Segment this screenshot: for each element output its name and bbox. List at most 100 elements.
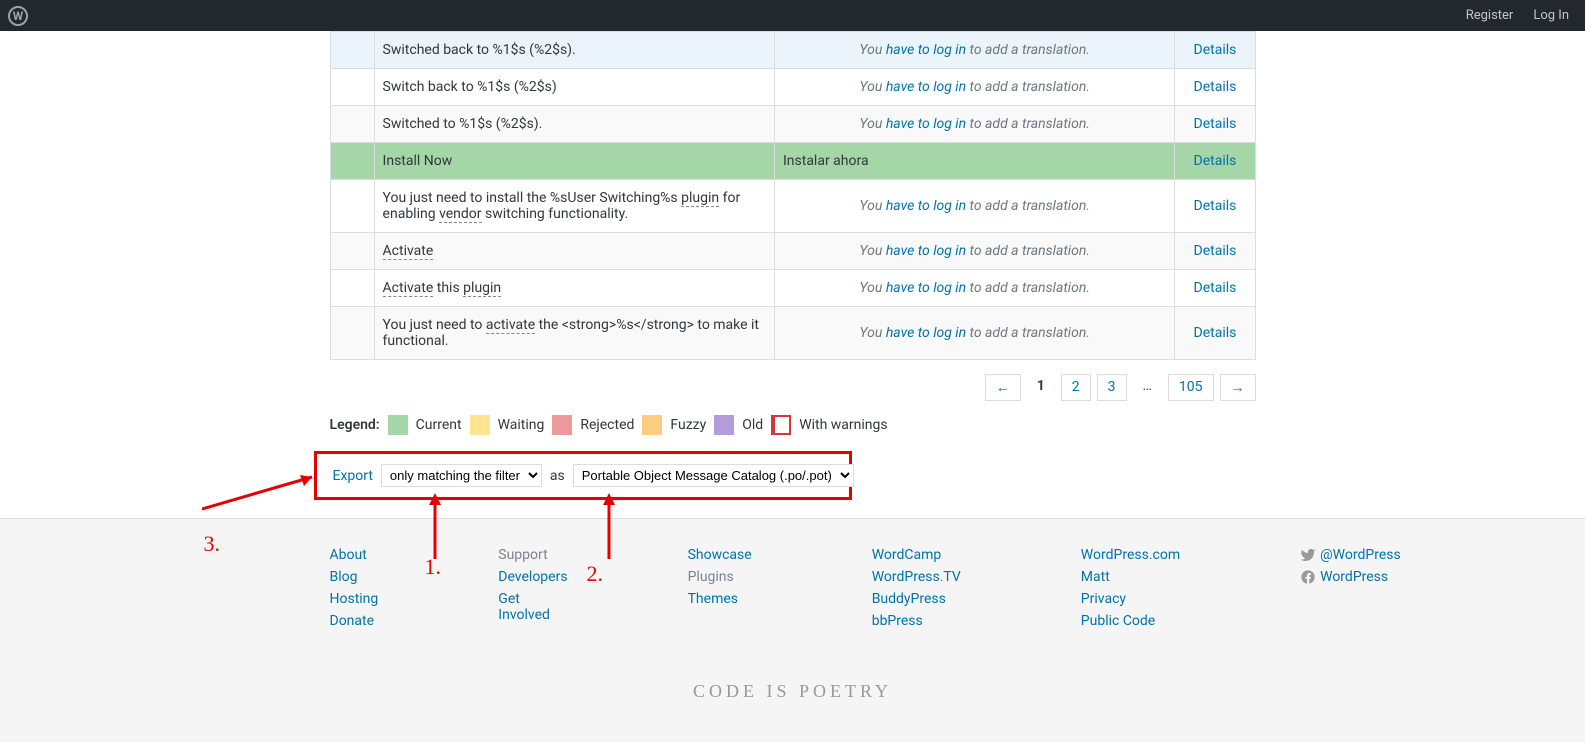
table-row: ActivateYou have to log in to add a tran… [330, 233, 1255, 270]
login-to-translate-link[interactable]: have to log in [886, 243, 966, 259]
details-link[interactable]: Details [1194, 280, 1237, 296]
legend: Legend: Current Waiting Rejected Fuzzy O… [330, 415, 1256, 435]
legend-swatch-current [388, 415, 408, 435]
page-last[interactable]: 105 [1168, 374, 1214, 401]
source-cell: Activate this plugin [374, 270, 774, 307]
login-link[interactable]: Log In [1533, 8, 1569, 23]
login-to-translate-link[interactable]: have to log in [886, 116, 966, 132]
priority-cell [330, 233, 374, 270]
source-cell: Switched to %1$s (%2$s). [374, 106, 774, 143]
page-2[interactable]: 2 [1061, 374, 1091, 401]
details-cell: Details [1175, 307, 1255, 360]
annotation-2: 2. [587, 561, 604, 587]
footer-link[interactable]: About [330, 547, 379, 563]
details-cell: Details [1175, 69, 1255, 106]
table-row: Switch back to %1$s (%2$s)You have to lo… [330, 69, 1255, 106]
export-format-select[interactable]: Portable Object Message Catalog (.po/.po… [573, 464, 854, 487]
footer-link[interactable]: Matt [1081, 569, 1180, 585]
details-link[interactable]: Details [1194, 42, 1237, 58]
details-cell: Details [1175, 270, 1255, 307]
translation-cell: You have to log in to add a translation. [774, 69, 1174, 106]
footer-link[interactable]: WordCamp [872, 547, 961, 563]
footer-link[interactable]: WordPress.com [1081, 547, 1180, 563]
priority-cell [330, 270, 374, 307]
table-row: Install NowInstalar ahora Details [330, 143, 1255, 180]
details-cell: Details [1175, 32, 1255, 69]
page-3[interactable]: 3 [1097, 374, 1127, 401]
details-link[interactable]: Details [1194, 79, 1237, 95]
translation-cell: You have to log in to add a translation. [774, 32, 1174, 69]
footer-link[interactable]: Hosting [330, 591, 379, 607]
footer-link[interactable]: Blog [330, 569, 379, 585]
footer-link[interactable]: BuddyPress [872, 591, 961, 607]
footer-link[interactable]: Privacy [1081, 591, 1180, 607]
footer-link[interactable]: Plugins [688, 569, 752, 585]
table-row: Activate this pluginYou have to log in t… [330, 270, 1255, 307]
export-filter-select[interactable]: only matching the filter [381, 464, 542, 487]
translation-cell: You have to log in to add a translation. [774, 270, 1174, 307]
footer-link[interactable]: Donate [330, 613, 379, 629]
login-to-translate-link[interactable]: have to log in [886, 280, 966, 296]
login-to-translate-link[interactable]: have to log in [886, 325, 966, 341]
source-cell: Install Now [374, 143, 774, 180]
footer-link[interactable]: bbPress [872, 613, 961, 629]
source-cell: Switch back to %1$s (%2$s) [374, 69, 774, 106]
translation-cell: Instalar ahora [774, 143, 1174, 180]
legend-label: Legend: [330, 417, 380, 433]
table-row: Switched to %1$s (%2$s).You have to log … [330, 106, 1255, 143]
annotation-3: 3. [204, 531, 221, 557]
page-current: 1 [1027, 374, 1055, 401]
export-as-label: as [550, 468, 565, 484]
footer-link[interactable]: Get Involved [498, 591, 567, 623]
login-to-translate-link[interactable]: have to log in [886, 79, 966, 95]
footer-link[interactable]: Showcase [688, 547, 752, 563]
priority-cell [330, 32, 374, 69]
priority-cell [330, 69, 374, 106]
details-cell: Details [1175, 143, 1255, 180]
page-dots: … [1133, 374, 1162, 401]
table-row: You just need to activate the <strong>%s… [330, 307, 1255, 360]
details-link[interactable]: Details [1194, 198, 1237, 214]
details-link[interactable]: Details [1194, 243, 1237, 259]
tagline: CODE IS POETRY [0, 641, 1585, 742]
page-next[interactable]: → [1220, 374, 1256, 401]
translations-table: Switched back to %1$s (%2$s).You have to… [330, 31, 1256, 360]
translation-cell: You have to log in to add a translation. [774, 180, 1174, 233]
details-link[interactable]: Details [1194, 116, 1237, 132]
details-link[interactable]: Details [1194, 153, 1237, 169]
table-row: Switched back to %1$s (%2$s).You have to… [330, 32, 1255, 69]
source-cell: You just need to activate the <strong>%s… [374, 307, 774, 360]
footer-link[interactable]: Public Code [1081, 613, 1180, 629]
footer: About Blog Hosting Donate Support Developers… [0, 518, 1585, 742]
footer-link[interactable]: Developers [498, 569, 567, 585]
legend-swatch-old [714, 415, 734, 435]
footer-link[interactable]: Themes [688, 591, 752, 607]
footer-link[interactable]: WordPress.TV [872, 569, 961, 585]
priority-cell [330, 143, 374, 180]
footer-link[interactable]: Support [498, 547, 567, 563]
login-to-translate-link[interactable]: have to log in [886, 198, 966, 214]
details-link[interactable]: Details [1194, 325, 1237, 341]
facebook-icon [1300, 569, 1316, 585]
page-prev[interactable]: ← [985, 374, 1021, 401]
priority-cell [330, 180, 374, 233]
legend-swatch-warnings [771, 415, 791, 435]
export-link[interactable]: Export [333, 468, 373, 484]
details-cell: Details [1175, 233, 1255, 270]
priority-cell [330, 307, 374, 360]
admin-bar: W Register Log In [0, 0, 1585, 31]
wordpress-logo-icon[interactable]: W [8, 6, 28, 26]
source-cell: Switched back to %1$s (%2$s). [374, 32, 774, 69]
facebook-link[interactable]: WordPress [1300, 569, 1401, 585]
table-row: You just need to install the %sUser Swit… [330, 180, 1255, 233]
source-cell: Activate [374, 233, 774, 270]
twitter-link[interactable]: @WordPress [1300, 547, 1401, 563]
legend-swatch-waiting [470, 415, 490, 435]
register-link[interactable]: Register [1466, 8, 1514, 23]
login-to-translate-link[interactable]: have to log in [886, 42, 966, 58]
pagination: ← 1 2 3 … 105 → [330, 374, 1256, 401]
annotation-1: 1. [425, 554, 442, 580]
translation-cell: You have to log in to add a translation. [774, 233, 1174, 270]
legend-swatch-rejected [552, 415, 572, 435]
twitter-icon [1300, 547, 1316, 563]
